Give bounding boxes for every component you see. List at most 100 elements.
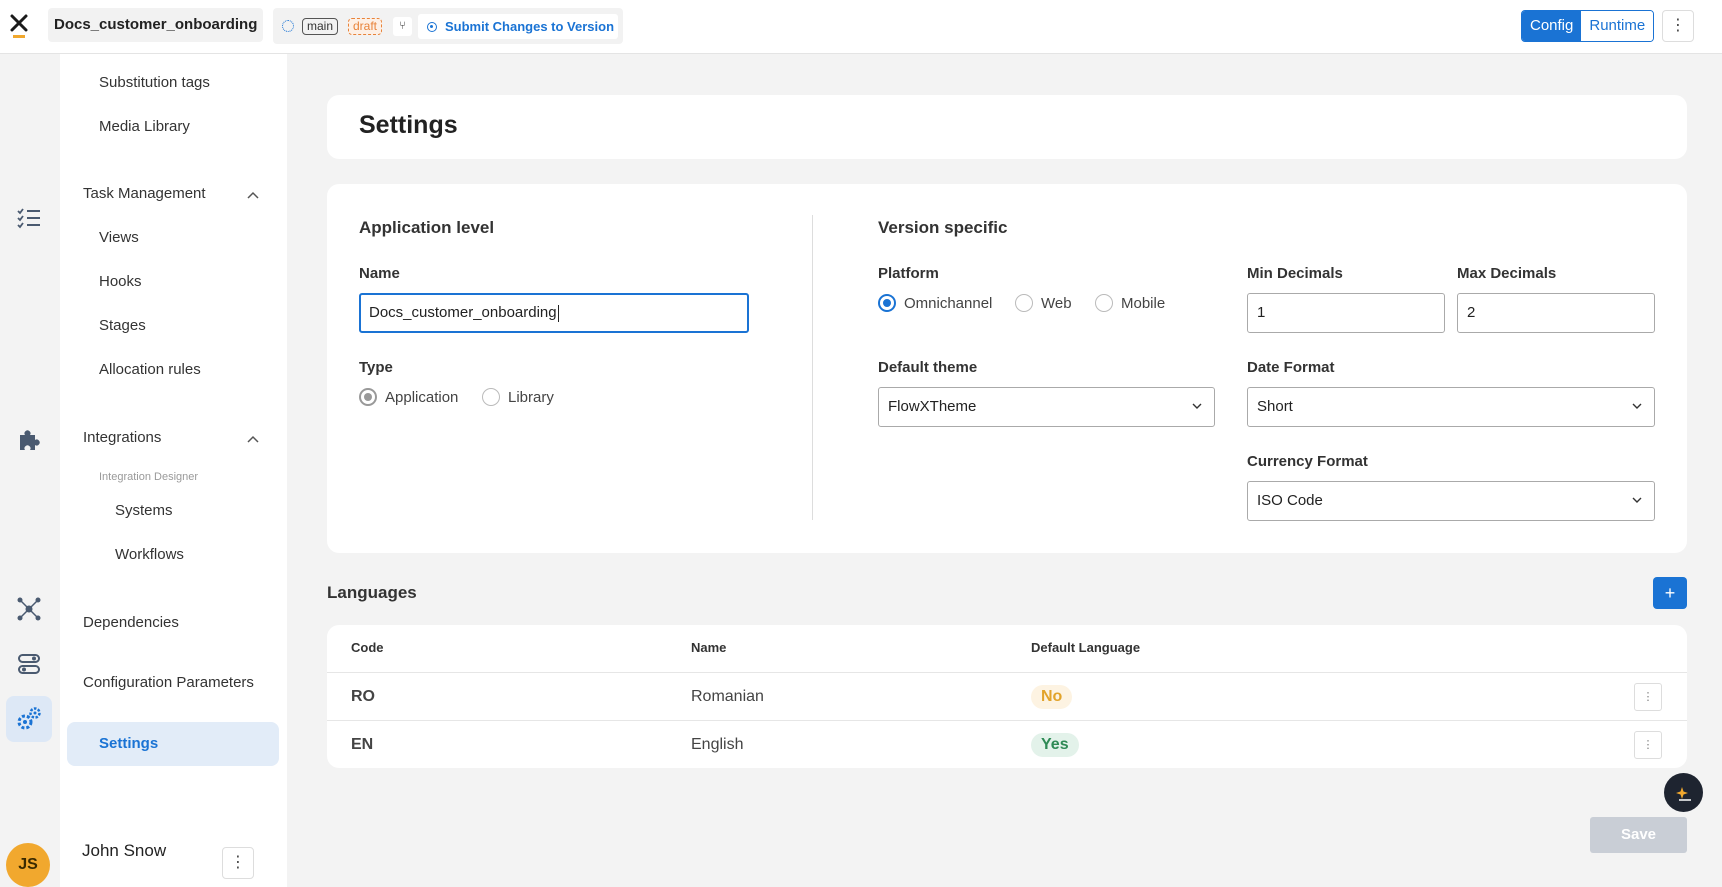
sidebar-item-hooks[interactable]: Hooks xyxy=(99,273,142,290)
radio-selected-icon xyxy=(359,388,377,406)
task-list-icon[interactable] xyxy=(6,195,52,241)
sidebar-item-allocation-rules[interactable]: Allocation rules xyxy=(99,361,201,378)
type-radio-library[interactable]: Library xyxy=(482,388,554,406)
language-name: Romanian xyxy=(691,688,764,705)
user-avatar[interactable]: JS xyxy=(6,843,50,887)
sidebar-item-stages[interactable]: Stages xyxy=(99,317,146,334)
sidebar-item-dependencies[interactable]: Dependencies xyxy=(83,614,179,631)
sidebar-group-task-management[interactable]: Task Management xyxy=(83,185,206,202)
draft-tag[interactable]: draft xyxy=(348,18,383,35)
max-decimals-input[interactable]: 2 xyxy=(1457,293,1655,333)
default-language-badge: No xyxy=(1031,685,1073,709)
row-actions-button[interactable]: ⋮ xyxy=(1634,683,1662,711)
settings-gear-icon[interactable] xyxy=(6,696,52,742)
currency-format-value: ISO Code xyxy=(1257,492,1323,509)
sidebar-item-views[interactable]: Views xyxy=(99,229,139,246)
date-format-label: Date Format xyxy=(1247,359,1335,376)
section-divider xyxy=(812,215,813,520)
version-specific-heading: Version specific xyxy=(878,218,1008,237)
platform-label: Platform xyxy=(878,265,939,282)
row-divider xyxy=(327,672,1687,673)
branch-tag[interactable]: main xyxy=(302,18,339,35)
column-header-default-language[interactable]: Default Language xyxy=(1031,640,1140,655)
radio-unselected-icon xyxy=(482,388,500,406)
sidebar-item-substitution-tags[interactable]: Substitution tags xyxy=(99,74,210,91)
platform-radio-omnichannel[interactable]: Omnichannel xyxy=(878,294,992,312)
column-header-code[interactable]: Code xyxy=(351,640,384,655)
add-language-button[interactable]: + xyxy=(1653,577,1687,609)
currency-format-label: Currency Format xyxy=(1247,453,1368,470)
top-bar: Docs_customer_onboarding main draft ⑂ Su… xyxy=(0,0,1722,54)
platform-option-web: Web xyxy=(1041,294,1072,312)
chevron-up-icon[interactable] xyxy=(246,432,260,446)
type-option-application: Application xyxy=(385,388,459,406)
chevron-up-icon[interactable] xyxy=(246,188,260,202)
type-radio-application[interactable]: Application xyxy=(359,388,458,406)
page-header-card: Settings xyxy=(327,95,1687,159)
sidebar-item-systems[interactable]: Systems xyxy=(115,502,173,519)
text-caret xyxy=(557,304,559,322)
dependencies-icon[interactable] xyxy=(6,586,52,632)
radio-unselected-icon xyxy=(1095,294,1113,312)
loading-icon xyxy=(282,20,294,32)
version-bar: main draft ⑂ Submit Changes to Version xyxy=(273,8,623,44)
flowx-logo-icon[interactable] xyxy=(8,12,30,40)
ai-assistant-button[interactable] xyxy=(1664,773,1703,812)
type-option-library: Library xyxy=(508,388,554,406)
chevron-down-icon xyxy=(1632,403,1642,409)
language-code: RO xyxy=(351,688,375,705)
branch-icon[interactable]: ⑂ xyxy=(393,17,412,36)
config-params-icon[interactable] xyxy=(6,641,52,687)
languages-title: Languages xyxy=(327,583,417,602)
submit-changes-button[interactable]: Submit Changes to Version xyxy=(418,14,618,39)
puzzle-icon[interactable] xyxy=(6,417,52,463)
radio-unselected-icon xyxy=(1015,294,1033,312)
date-format-select[interactable]: Short xyxy=(1247,387,1655,427)
default-theme-value: FlowXTheme xyxy=(888,398,977,415)
language-name: English xyxy=(691,736,744,753)
column-header-name[interactable]: Name xyxy=(691,640,726,655)
more-options-button[interactable]: ⋮ xyxy=(1662,10,1694,42)
sidebar: Substitution tags Media Library Task Man… xyxy=(60,54,287,887)
type-label: Type xyxy=(359,359,393,376)
name-input[interactable]: Docs_customer_onboarding xyxy=(359,293,749,333)
application-level-heading: Application level xyxy=(359,218,495,237)
chevron-down-icon xyxy=(1632,497,1642,503)
sidebar-item-workflows[interactable]: Workflows xyxy=(115,546,184,563)
name-input-value: Docs_customer_onboarding xyxy=(369,304,557,321)
sidebar-item-settings[interactable]: Settings xyxy=(67,722,279,766)
integration-designer-caption: Integration Designer xyxy=(99,471,199,483)
default-language-badge: Yes xyxy=(1031,733,1079,757)
platform-option-omnichannel: Omnichannel xyxy=(904,294,993,312)
min-decimals-input[interactable]: 1 xyxy=(1247,293,1445,333)
max-decimals-label: Max Decimals xyxy=(1457,265,1557,282)
platform-radio-mobile[interactable]: Mobile xyxy=(1095,294,1165,312)
runtime-mode-button[interactable]: Runtime xyxy=(1581,11,1654,41)
submit-target-icon xyxy=(427,22,437,32)
min-decimals-label: Min Decimals xyxy=(1247,265,1343,282)
radio-selected-icon xyxy=(878,294,896,312)
save-button[interactable]: Save xyxy=(1590,817,1687,853)
icon-rail: JS xyxy=(0,54,60,887)
row-actions-button[interactable]: ⋮ xyxy=(1634,731,1662,759)
languages-table xyxy=(327,625,1687,768)
row-divider xyxy=(327,720,1687,721)
language-code: EN xyxy=(351,736,374,753)
chevron-down-icon xyxy=(1192,403,1202,409)
sidebar-group-integrations[interactable]: Integrations xyxy=(83,429,161,446)
default-theme-select[interactable]: FlowXTheme xyxy=(878,387,1215,427)
mode-toggle: Config Runtime xyxy=(1521,10,1655,42)
page-title: Settings xyxy=(359,111,458,139)
date-format-value: Short xyxy=(1257,398,1293,415)
sparkle-icon xyxy=(1675,786,1691,801)
default-theme-label: Default theme xyxy=(878,359,978,376)
name-label: Name xyxy=(359,265,400,282)
sidebar-item-media-library[interactable]: Media Library xyxy=(99,118,190,135)
user-menu-button[interactable]: ⋮ xyxy=(222,847,254,879)
config-mode-button[interactable]: Config xyxy=(1522,11,1582,41)
submit-changes-label: Submit Changes to Version xyxy=(445,19,615,34)
sidebar-item-configuration-parameters[interactable]: Configuration Parameters xyxy=(83,674,254,691)
platform-radio-web[interactable]: Web xyxy=(1015,294,1072,312)
currency-format-select[interactable]: ISO Code xyxy=(1247,481,1655,521)
app-name[interactable]: Docs_customer_onboarding xyxy=(48,8,264,42)
